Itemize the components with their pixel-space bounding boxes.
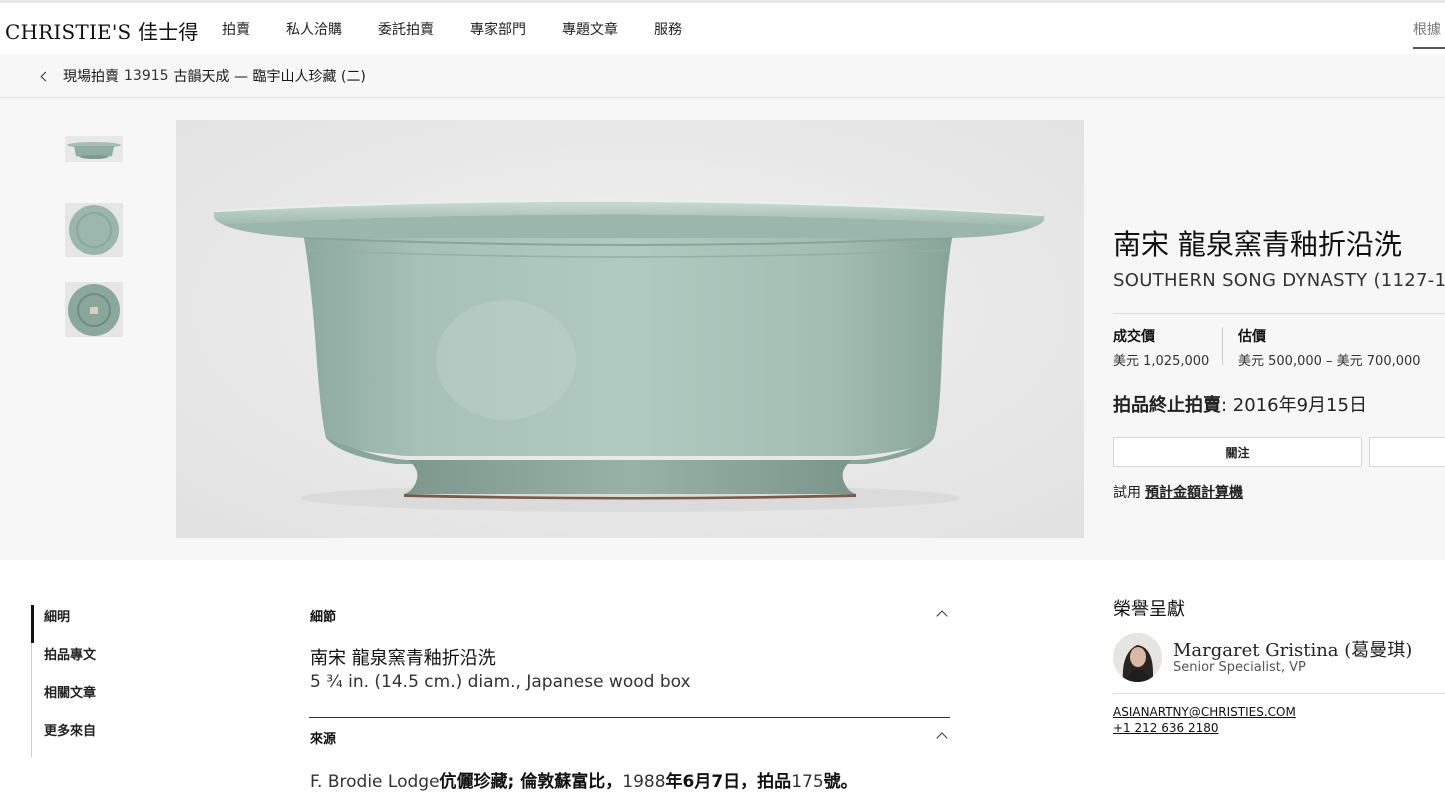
provenance-part2: 年6月7日，拍品: [665, 772, 792, 792]
nav-item-stories[interactable]: 專題文章: [562, 19, 618, 39]
chevron-up-icon: [936, 610, 948, 622]
auction-closed-date: : 2016年9月15日: [1221, 395, 1367, 416]
thumbnail-side-view[interactable]: [65, 136, 123, 162]
breadcrumb-link[interactable]: 現場拍賣 13915 古韻天成 — 臨宇山人珍藏 (二): [40, 66, 366, 86]
side-nav-item-details[interactable]: 細明: [31, 605, 231, 643]
thumbnail-top-view[interactable]: [65, 203, 123, 257]
chevron-up-icon: [936, 732, 948, 744]
price-realised: 成交價 美元 1,025,000: [1113, 326, 1209, 369]
specialist-phone-link[interactable]: +1 212 636 2180: [1113, 721, 1218, 735]
washer-side-thumb-icon: [65, 136, 123, 162]
divider: [1113, 693, 1445, 694]
breadcrumb-sale-number: 13915: [124, 68, 169, 84]
lot-title: 南宋 龍泉窯青釉折沿洗: [1113, 228, 1402, 261]
washer-base-thumb-icon: [65, 282, 123, 337]
price-realised-label: 成交價: [1113, 329, 1155, 345]
auction-closed-label: 拍品終止拍賣: [1113, 395, 1221, 416]
main-lot-image[interactable]: [176, 120, 1084, 538]
celadon-washer-image-icon: [176, 120, 1084, 538]
secondary-action-button[interactable]: [1369, 437, 1445, 467]
calculator-link[interactable]: 預計金額計算機: [1145, 485, 1243, 501]
calculator-line: 試用 預計金額計算機: [1113, 482, 1243, 502]
nav-item-private-sales[interactable]: 私人洽購: [286, 19, 342, 39]
specialist-role: Senior Specialist, VP: [1173, 660, 1306, 675]
provenance-year: 1988: [622, 772, 666, 792]
thumbnail-base-view[interactable]: [65, 282, 123, 337]
specialist-portrait-icon: [1113, 633, 1162, 682]
side-nav-item-lot-essay[interactable]: 拍品專文: [31, 643, 231, 681]
side-nav-item-related-articles[interactable]: 相關文章: [31, 681, 231, 719]
divider: [1113, 313, 1445, 314]
details-section-title: 細節: [310, 610, 337, 625]
price-realised-value: 美元 1,025,000: [1113, 354, 1210, 369]
provenance-owner: F. Brodie Lodge: [310, 772, 440, 792]
specialist-name: Margaret Gristina (葛曼琪): [1173, 640, 1413, 661]
nav-item-auctions[interactable]: 拍賣: [222, 19, 250, 39]
details-section-header[interactable]: 細節: [310, 606, 950, 630]
provenance-lot-number: 175: [791, 772, 824, 792]
provenance-part1: 伉儷珍藏; 倫敦蘇富比，: [439, 772, 623, 792]
washer-top-thumb-icon: [65, 203, 123, 257]
search-input[interactable]: 根據: [1413, 19, 1445, 49]
nav-item-departments[interactable]: 專家部門: [470, 19, 526, 39]
side-nav-item-more-from[interactable]: 更多來自: [31, 719, 231, 757]
auction-closed-line: 拍品終止拍賣: 2016年9月15日: [1113, 391, 1367, 417]
price-separator: [1222, 327, 1223, 365]
detail-lot-dimensions: 5 ¾ in. (14.5 cm.) diam., Japanese wood …: [310, 672, 691, 692]
provenance-section-title: 來源: [310, 732, 337, 747]
provenance-section-header[interactable]: 來源: [310, 728, 950, 752]
breadcrumb-sale-title: 古韻天成 — 臨宇山人珍藏 (二): [173, 69, 366, 85]
lot-side-nav: 細明 拍品專文 相關文章 更多來自: [31, 605, 231, 757]
provenance-part3: 號。: [823, 772, 858, 792]
estimate-value: 美元 500,000 – 美元 700,000: [1238, 354, 1421, 369]
specialist-heading: 榮譽呈獻: [1113, 599, 1185, 620]
follow-button[interactable]: 關注: [1113, 437, 1362, 467]
nav-item-services[interactable]: 服務: [654, 19, 682, 39]
breadcrumb: 現場拍賣 13915 古韻天成 — 臨宇山人珍藏 (二): [0, 54, 1445, 98]
nav-item-sell[interactable]: 委託拍賣: [378, 19, 434, 39]
site-header: CHRISTIE'S 佳士得 拍賣 私人洽購 委託拍賣 專家部門 專題文章 服務…: [0, 0, 1445, 54]
specialist-email-link[interactable]: ASIANARTNY@CHRISTIES.COM: [1113, 705, 1296, 719]
provenance-text: F. Brodie Lodge伉儷珍藏; 倫敦蘇富比，1988年6月7日，拍品1…: [310, 767, 858, 792]
section-divider: [309, 717, 950, 718]
detail-lot-title: 南宋 龍泉窯青釉折沿洗: [310, 648, 496, 669]
main-nav: 拍賣 私人洽購 委託拍賣 專家部門 專題文章 服務: [222, 19, 718, 39]
breadcrumb-sale-type: 現場拍賣: [63, 69, 119, 85]
lot-subtitle: SOUTHERN SONG DYNASTY (1127-1279): [1113, 270, 1445, 291]
avatar: [1113, 633, 1162, 682]
price-estimate: 估價 美元 500,000 – 美元 700,000: [1238, 326, 1421, 369]
lot-hero: 南宋 龍泉窯青釉折沿洗 SOUTHERN SONG DYNASTY (1127-…: [0, 98, 1445, 560]
christies-logo[interactable]: CHRISTIE'S 佳士得: [5, 16, 199, 45]
estimate-label: 估價: [1238, 329, 1266, 345]
calculator-prefix: 試用: [1113, 485, 1141, 501]
chevron-left-icon: [40, 71, 51, 81]
